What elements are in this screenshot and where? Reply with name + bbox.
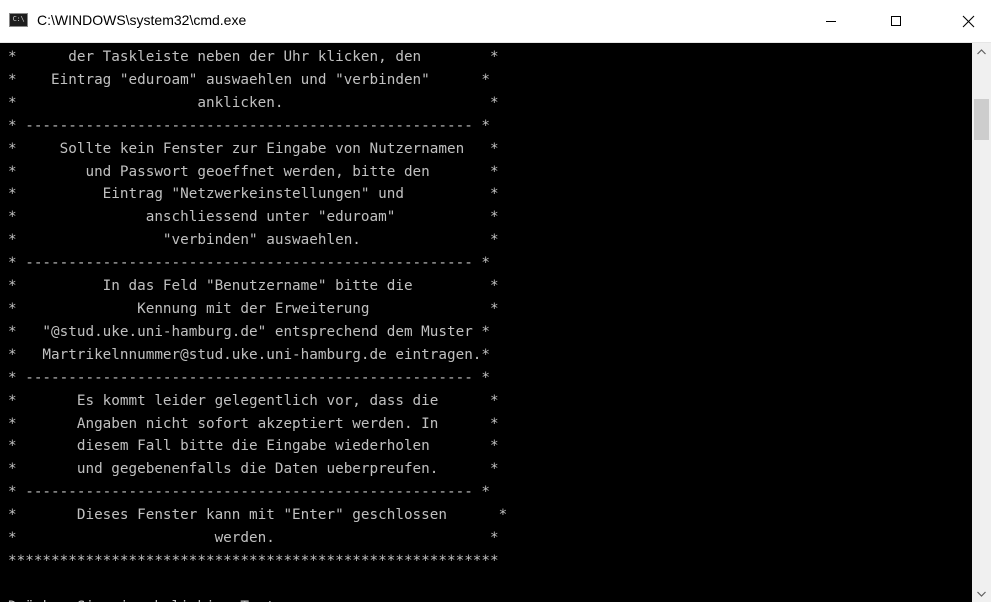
console-line: * diesem Fall bitte die Eingabe wiederho… xyxy=(8,438,499,455)
console-line: * In das Feld "Benutzername" bitte die * xyxy=(8,278,499,295)
minimize-icon xyxy=(826,21,836,22)
console-line: * anschliessend unter "eduroam" * xyxy=(8,209,499,226)
scroll-up-arrow-icon xyxy=(977,48,986,54)
vertical-scrollbar[interactable] xyxy=(972,43,991,602)
console-line: * und Passwort geoeffnet werden, bitte d… xyxy=(8,163,499,180)
console-line: * --------------------------------------… xyxy=(8,117,491,134)
scroll-up-button[interactable] xyxy=(972,43,991,60)
console-line: * Kennung mit der Erweiterung * xyxy=(8,300,499,317)
console-line: * der Taskleiste neben der Uhr klicken, … xyxy=(8,49,499,65)
close-button[interactable] xyxy=(945,0,991,42)
minimize-button[interactable] xyxy=(808,0,854,42)
console-line: * --------------------------------------… xyxy=(8,484,491,501)
console-line: * Sollte kein Fenster zur Eingabe von Nu… xyxy=(8,140,499,157)
console-line: * Dieses Fenster kann mit "Enter" geschl… xyxy=(8,507,508,524)
console-line: * Angaben nicht sofort akzeptiert werden… xyxy=(8,415,499,432)
console-line: * Eintrag "eduroam" auswaehlen und "verb… xyxy=(8,71,491,88)
console-line: * anklicken. * xyxy=(8,94,499,111)
maximize-button[interactable] xyxy=(873,0,919,42)
console-output[interactable]: * der Taskleiste neben der Uhr klicken, … xyxy=(0,43,972,602)
window-title: C:\WINDOWS\system32\cmd.exe xyxy=(37,12,247,28)
title-bar[interactable]: C:\ C:\WINDOWS\system32\cmd.exe xyxy=(0,0,991,43)
cmd-icon[interactable]: C:\ xyxy=(9,13,28,27)
console-line: * Martrikelnnummer@stud.uke.uni-hamburg.… xyxy=(8,346,491,363)
console-line: * werden. * xyxy=(8,530,499,547)
console-line: * --------------------------------------… xyxy=(8,369,491,386)
console-line: * Es kommt leider gelegentlich vor, dass… xyxy=(8,392,499,409)
console-line: * und gegebenenfalls die Daten ueberpreu… xyxy=(8,461,499,478)
scroll-down-button[interactable] xyxy=(972,585,991,602)
scroll-down-arrow-icon xyxy=(977,591,986,597)
scrollbar-thumb[interactable] xyxy=(974,99,989,140)
maximize-icon xyxy=(891,16,901,26)
cmd-window: C:\ C:\WINDOWS\system32\cmd.exe * der Ta… xyxy=(0,0,991,602)
console-line: ****************************************… xyxy=(8,552,499,569)
console-line: * "verbinden" auswaehlen. * xyxy=(8,232,499,249)
console-line: * --------------------------------------… xyxy=(8,255,491,272)
console-text: * der Taskleiste neben der Uhr klicken, … xyxy=(8,46,507,602)
console-line: * "@stud.uke.uni-hamburg.de" entsprechen… xyxy=(8,323,491,340)
console-line: * Eintrag "Netzwerkeinstellungen" und * xyxy=(8,186,499,203)
close-icon xyxy=(962,15,974,27)
